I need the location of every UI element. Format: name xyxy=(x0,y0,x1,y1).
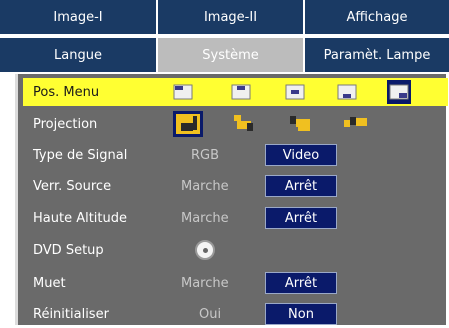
tab-langue[interactable]: Langue xyxy=(0,38,158,72)
menu-pos-bottom-center-icon[interactable] xyxy=(337,82,357,102)
projection-rear-ceiling-icon[interactable] xyxy=(343,114,369,134)
tab-row-top: Image-I Image-II Affichage xyxy=(0,0,449,34)
signal-type-video-option[interactable]: Video xyxy=(265,144,337,166)
reset-no-option[interactable]: Non xyxy=(265,303,337,325)
high-altitude-label: Haute Altitude xyxy=(33,210,128,226)
settings-panel: Pos. Menu Projection Type de Signal RGB … xyxy=(15,74,448,328)
dvd-disc-icon[interactable] xyxy=(195,240,215,260)
tab-image-i[interactable]: Image-I xyxy=(0,0,158,34)
high-altitude-row[interactable]: Haute Altitude Marche Arrêt xyxy=(23,204,448,232)
mute-label: Muet xyxy=(33,275,66,291)
projection-row[interactable]: Projection xyxy=(23,110,448,138)
menu-pos-center-icon[interactable] xyxy=(285,82,305,102)
source-lock-row[interactable]: Verr. Source Marche Arrêt xyxy=(23,172,448,200)
signal-type-rgb-option[interactable]: RGB xyxy=(191,148,219,163)
reset-label: Réinitialiser xyxy=(33,306,109,322)
tab-image-ii[interactable]: Image-II xyxy=(158,0,305,34)
tab-parametre-lampe[interactable]: Paramèt. Lampe xyxy=(305,38,449,72)
mute-row[interactable]: Muet Marche Arrêt xyxy=(23,269,448,297)
menu-position-label: Pos. Menu xyxy=(33,84,100,100)
signal-type-row[interactable]: Type de Signal RGB Video xyxy=(23,141,448,169)
projection-label: Projection xyxy=(33,116,98,132)
dvd-setup-row[interactable]: DVD Setup xyxy=(23,236,448,264)
projection-front-ceiling-icon[interactable] xyxy=(288,114,314,134)
projection-rear-desktop-icon[interactable] xyxy=(233,114,259,134)
source-lock-on-option[interactable]: Marche xyxy=(181,179,229,194)
menu-pos-bottom-right-icon[interactable] xyxy=(387,80,411,104)
tab-affichage[interactable]: Affichage xyxy=(305,0,449,34)
dvd-setup-label: DVD Setup xyxy=(33,242,104,258)
reset-yes-option[interactable]: Oui xyxy=(199,307,221,322)
tab-row-bottom: Langue Système Paramèt. Lampe xyxy=(0,38,449,72)
source-lock-off-option[interactable]: Arrêt xyxy=(265,175,337,197)
tab-systeme[interactable]: Système xyxy=(158,38,305,72)
menu-pos-top-left-icon[interactable] xyxy=(173,82,193,102)
mute-off-option[interactable]: Arrêt xyxy=(265,272,337,294)
source-lock-label: Verr. Source xyxy=(33,178,112,194)
high-altitude-on-option[interactable]: Marche xyxy=(181,211,229,226)
menu-position-row[interactable]: Pos. Menu xyxy=(23,78,448,106)
menu-pos-top-center-icon[interactable] xyxy=(231,82,251,102)
signal-type-label: Type de Signal xyxy=(33,147,128,163)
high-altitude-off-option[interactable]: Arrêt xyxy=(265,207,337,229)
projection-front-desktop-icon[interactable] xyxy=(173,111,203,137)
reset-row[interactable]: Réinitialiser Oui Non xyxy=(23,300,448,328)
mute-on-option[interactable]: Marche xyxy=(181,276,229,291)
